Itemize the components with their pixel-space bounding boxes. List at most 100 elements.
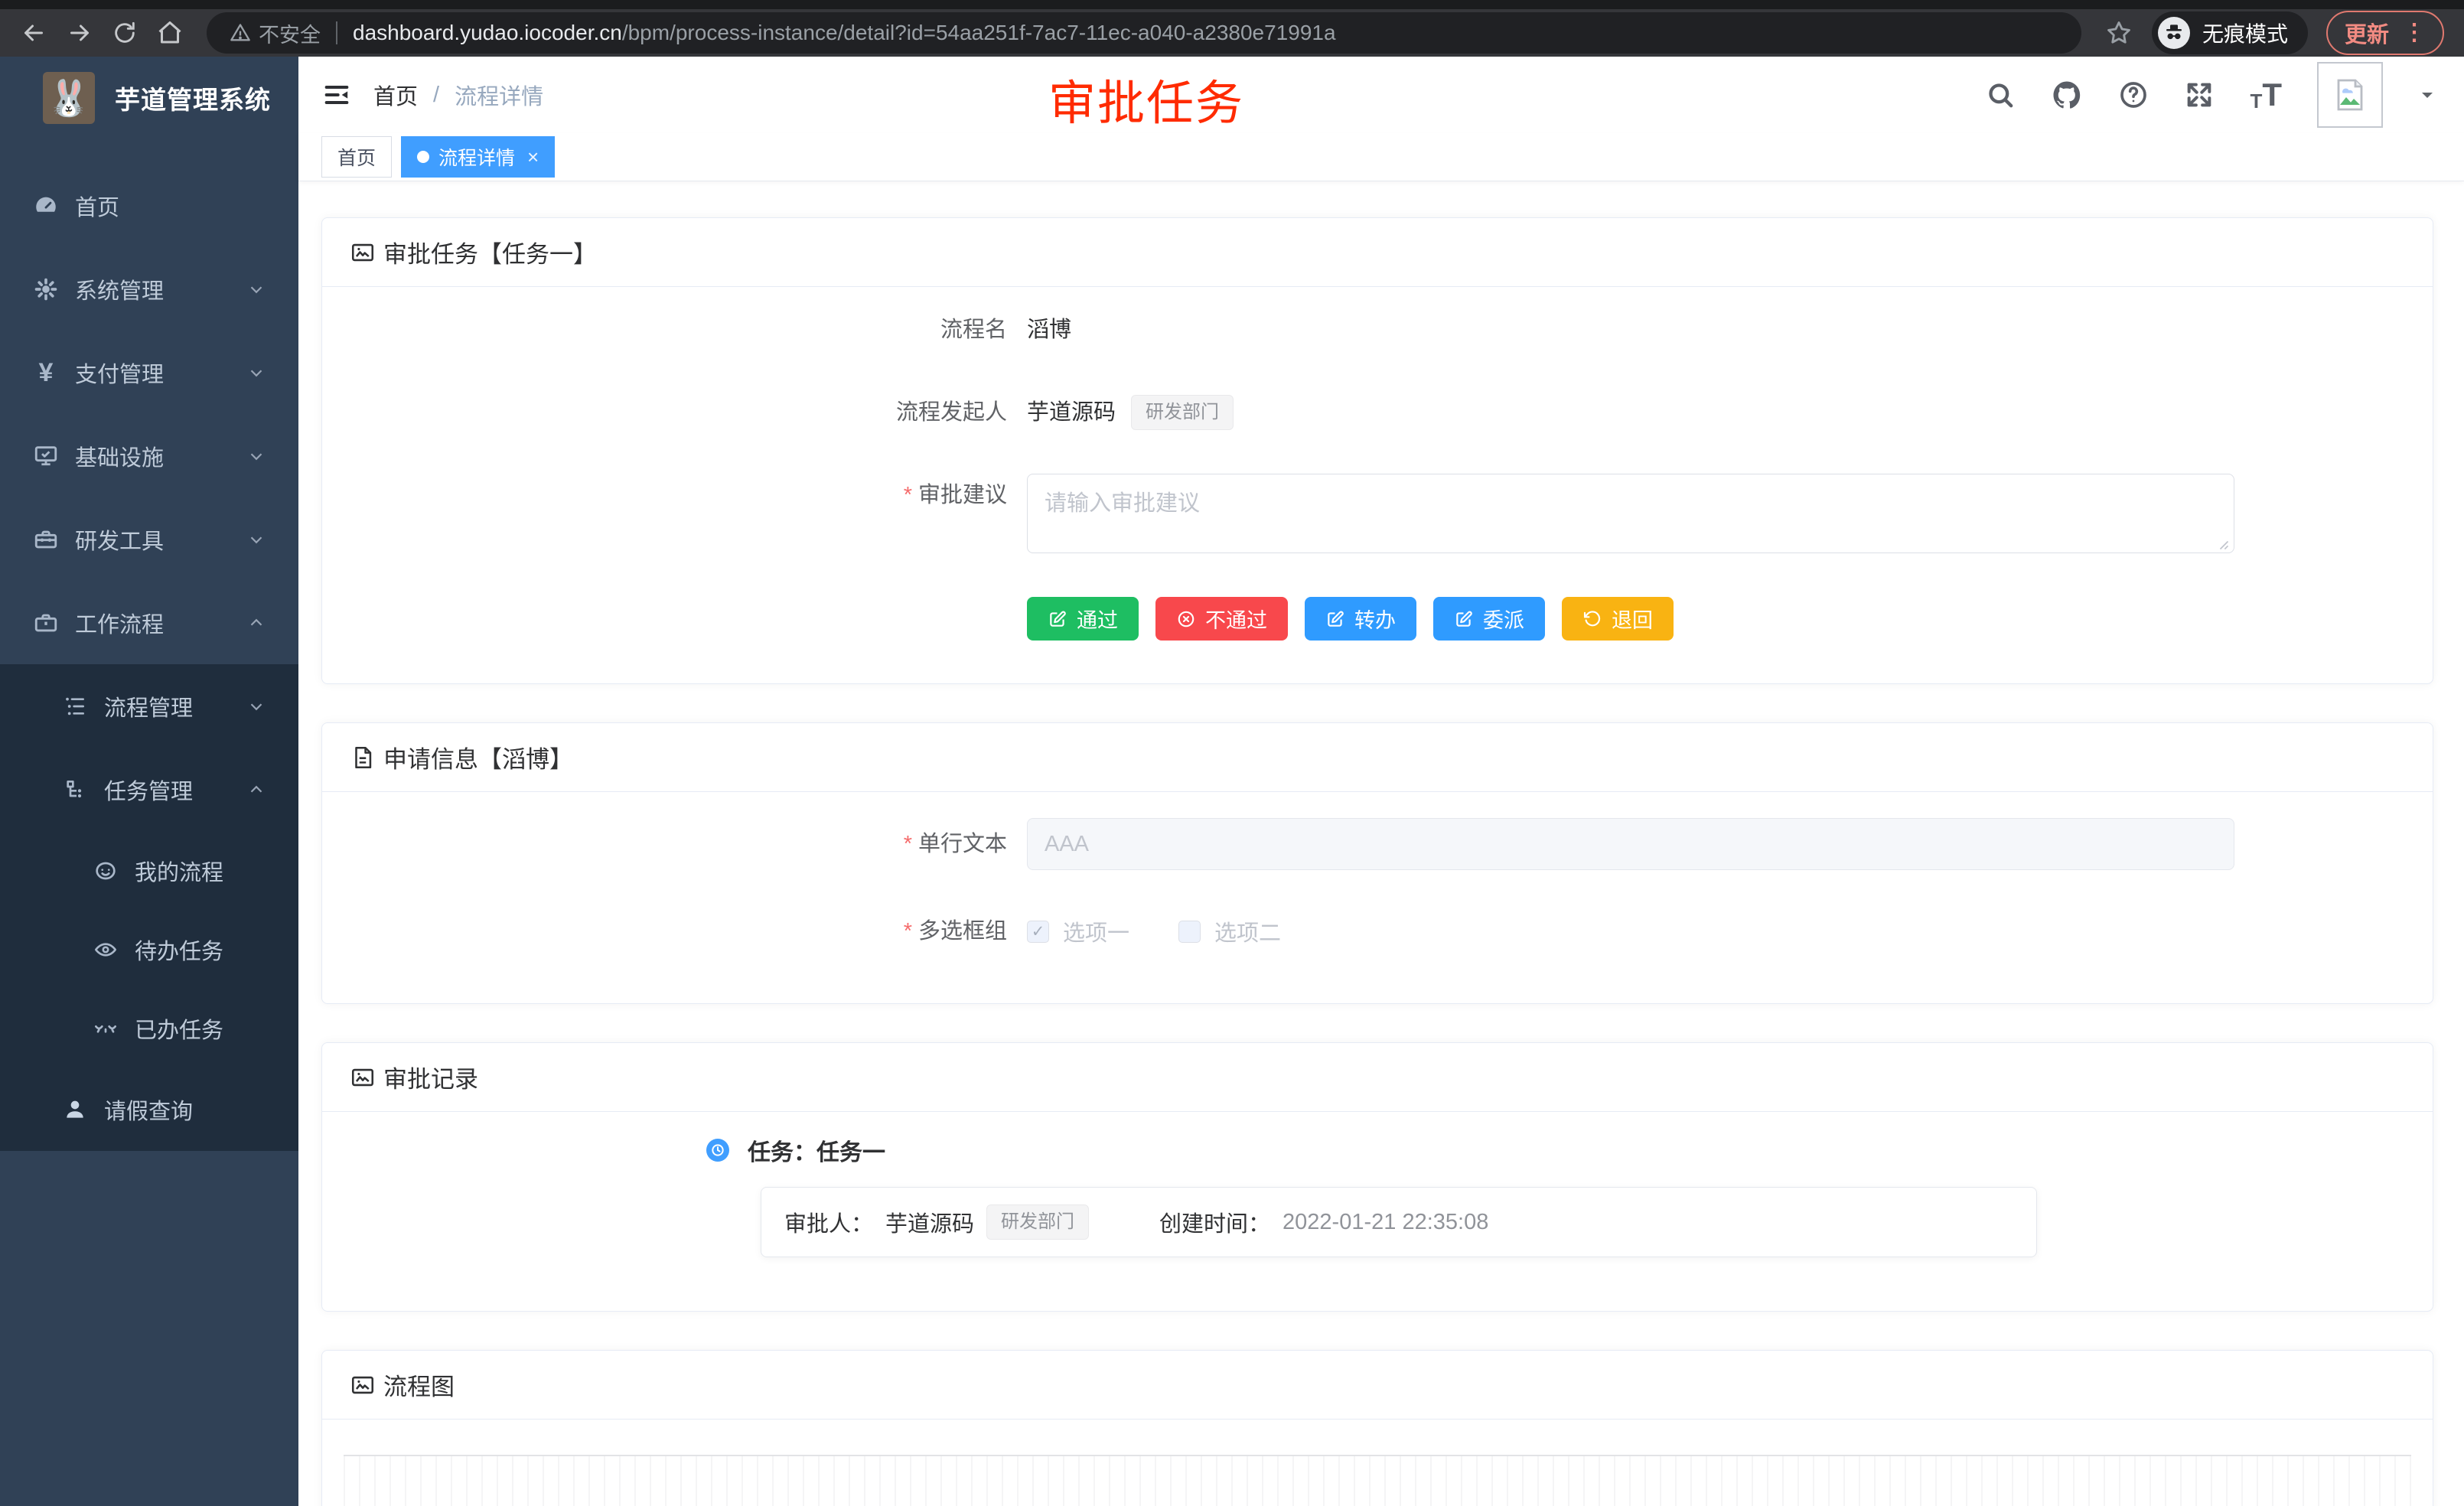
checkbox-option-2: 选项二 (1178, 915, 1281, 947)
breadcrumb-home[interactable]: 首页 (373, 79, 418, 111)
timeline: 任务：任务一 审批人： 芋道源码 研发部门 创建时间： 2022-01-21 2… (706, 1133, 2402, 1257)
navbar-actions: TT (1985, 62, 2464, 128)
delegate-button[interactable]: 委派 (1433, 597, 1545, 641)
chevron-down-icon (246, 530, 266, 549)
update-button[interactable]: 更新 ⋮ (2326, 11, 2444, 55)
approve-record-card: 审批记录 任务：任务一 审批人： 芋道源码 研发部门 (321, 1042, 2433, 1312)
reload-icon[interactable] (112, 20, 138, 46)
sidebar-item-workflow[interactable]: 工作流程 (0, 581, 298, 664)
dept-tag: 研发部门 (986, 1204, 1089, 1240)
security-warning-icon[interactable]: 不安全 (230, 18, 321, 48)
tags-view: 首页 流程详情 × (298, 133, 2464, 181)
sidebar-item-task-mgmt[interactable]: 任务管理 (0, 748, 298, 831)
approve-button[interactable]: 通过 (1027, 597, 1139, 641)
help-icon[interactable] (2118, 80, 2149, 110)
search-icon[interactable] (1985, 80, 2016, 110)
home-icon[interactable] (156, 19, 184, 47)
card-body: 任务：任务一 审批人： 芋道源码 研发部门 创建时间： 2022-01-21 2… (322, 1112, 2433, 1311)
sidebar-item-label: 请假查询 (104, 1094, 298, 1126)
form-row-initiator: 流程发起人 芋道源码 研发部门 (353, 391, 2402, 434)
return-button[interactable]: 退回 (1562, 597, 1674, 641)
font-size-icon[interactable]: TT (2250, 79, 2282, 111)
chevron-down-icon (246, 696, 266, 716)
url-text[interactable]: dashboard.yudao.iocoder.cn/bpm/process-i… (353, 21, 1336, 45)
card-body: 单行文本 多选框组 ✓ 选项一 选项二 (322, 792, 2433, 1003)
transfer-button[interactable]: 转办 (1305, 597, 1416, 641)
bpmn-canvas[interactable] (344, 1455, 2411, 1506)
sidebar-item-done-tasks[interactable]: 已办任务 (0, 989, 298, 1068)
card-title: 审批记录 (383, 1060, 478, 1094)
picture-icon (350, 1372, 376, 1398)
chevron-down-icon (246, 363, 266, 383)
dashboard-icon (32, 192, 60, 220)
sidebar-item-label: 流程管理 (104, 690, 246, 722)
sidebar-item-infra[interactable]: 基础设施 (0, 414, 298, 497)
incognito-label: 无痕模式 (2202, 18, 2288, 48)
breadcrumb-current: 流程详情 (455, 79, 543, 111)
create-time-value: 2022-01-21 22:35:08 (1283, 1210, 1488, 1235)
field-label-required: 审批建议 (353, 474, 1027, 517)
sidebar-item-home[interactable]: 首页 (0, 164, 298, 247)
card-header: 审批任务【任务一】 (322, 218, 2433, 287)
breadcrumb-separator: / (433, 83, 439, 108)
sidebar-item-my-process[interactable]: 我的流程 (0, 831, 298, 910)
sidebar-item-leave-query[interactable]: 请假查询 (0, 1068, 298, 1151)
avatar[interactable] (2317, 62, 2383, 128)
form-row-checkbox-group: 多选框组 ✓ 选项一 选项二 (353, 910, 2402, 953)
tag-process-detail[interactable]: 流程详情 × (401, 136, 555, 178)
browser-menu-icon[interactable]: ⋮ (2403, 21, 2426, 44)
sidebar-collapse-icon[interactable] (321, 80, 352, 110)
reject-button[interactable]: 不通过 (1155, 597, 1288, 641)
checkbox-checked-icon: ✓ (1027, 921, 1049, 943)
sidebar-item-devtools[interactable]: 研发工具 (0, 497, 298, 581)
close-icon[interactable]: × (527, 145, 539, 169)
address-bar[interactable]: 不安全 dashboard.yudao.iocoder.cn/bpm/proce… (207, 12, 2081, 54)
sidebar-item-label: 已办任务 (135, 1012, 298, 1045)
tag-home[interactable]: 首页 (321, 136, 392, 178)
gear-icon (32, 275, 60, 303)
sidebar-item-payment[interactable]: ¥ 支付管理 (0, 331, 298, 414)
incognito-badge: 无痕模式 (2152, 11, 2308, 54)
sidebar-item-label: 任务管理 (104, 774, 246, 806)
card-header: 流程图 (322, 1351, 2433, 1420)
sidebar-item-label: 待办任务 (135, 934, 298, 966)
app-logo[interactable]: 🐰 芋道管理系统 (0, 57, 298, 138)
bookmark-star-icon[interactable] (2104, 18, 2133, 47)
github-icon[interactable] (2051, 79, 2083, 111)
back-icon[interactable] (20, 19, 47, 47)
sidebar-item-label: 研发工具 (75, 523, 246, 556)
approver-label: 审批人： (784, 1206, 873, 1238)
fullscreen-icon[interactable] (2184, 80, 2215, 110)
checkbox-option-1: ✓ 选项一 (1027, 915, 1129, 947)
sidebar-item-todo-tasks[interactable]: 待办任务 (0, 910, 298, 989)
user-menu-caret-icon[interactable] (2418, 86, 2436, 104)
card-header: 审批记录 (322, 1043, 2433, 1112)
card-header: 申请信息【滔博】 (322, 723, 2433, 792)
chevron-up-icon (246, 613, 266, 633)
field-label: 流程发起人 (353, 391, 1027, 434)
main-area: 首页 / 流程详情 审批任务 TT (298, 57, 2464, 1506)
card-body: 流程名 滔博 流程发起人 芋道源码 研发部门 审批建议 (322, 287, 2433, 683)
incognito-icon (2158, 17, 2190, 49)
approver-value: 芋道源码 (885, 1206, 974, 1238)
sidebar-item-system[interactable]: 系统管理 (0, 247, 298, 331)
browser-chrome: 不安全 dashboard.yudao.iocoder.cn/bpm/proce… (0, 0, 2464, 57)
forward-icon[interactable] (66, 19, 93, 47)
picture-icon (350, 240, 376, 266)
task-title: 任务：任务一 (748, 1133, 885, 1167)
yen-icon: ¥ (32, 359, 60, 386)
resize-handle-icon[interactable] (2215, 536, 2230, 551)
eye-closed-icon (92, 1015, 119, 1042)
page-content: 审批任务【任务一】 流程名 滔博 流程发起人 芋道源码 研发部门 (298, 181, 2464, 1506)
security-label: 不安全 (259, 18, 321, 48)
chevron-up-icon (246, 780, 266, 800)
suggestion-textarea[interactable] (1027, 474, 2234, 553)
approve-record-item: 审批人： 芋道源码 研发部门 创建时间： 2022-01-21 22:35:08 (761, 1187, 2037, 1257)
toolbox-icon (32, 526, 60, 553)
sidebar-item-process-mgmt[interactable]: 流程管理 (0, 664, 298, 748)
sidebar-item-label: 支付管理 (75, 357, 246, 389)
sidebar-item-label: 系统管理 (75, 273, 246, 305)
sidebar-item-label: 工作流程 (75, 607, 246, 639)
workflow-submenu: 流程管理 任务管理 我的流程 待办任务 (0, 664, 298, 1151)
chevron-down-icon (246, 446, 266, 466)
